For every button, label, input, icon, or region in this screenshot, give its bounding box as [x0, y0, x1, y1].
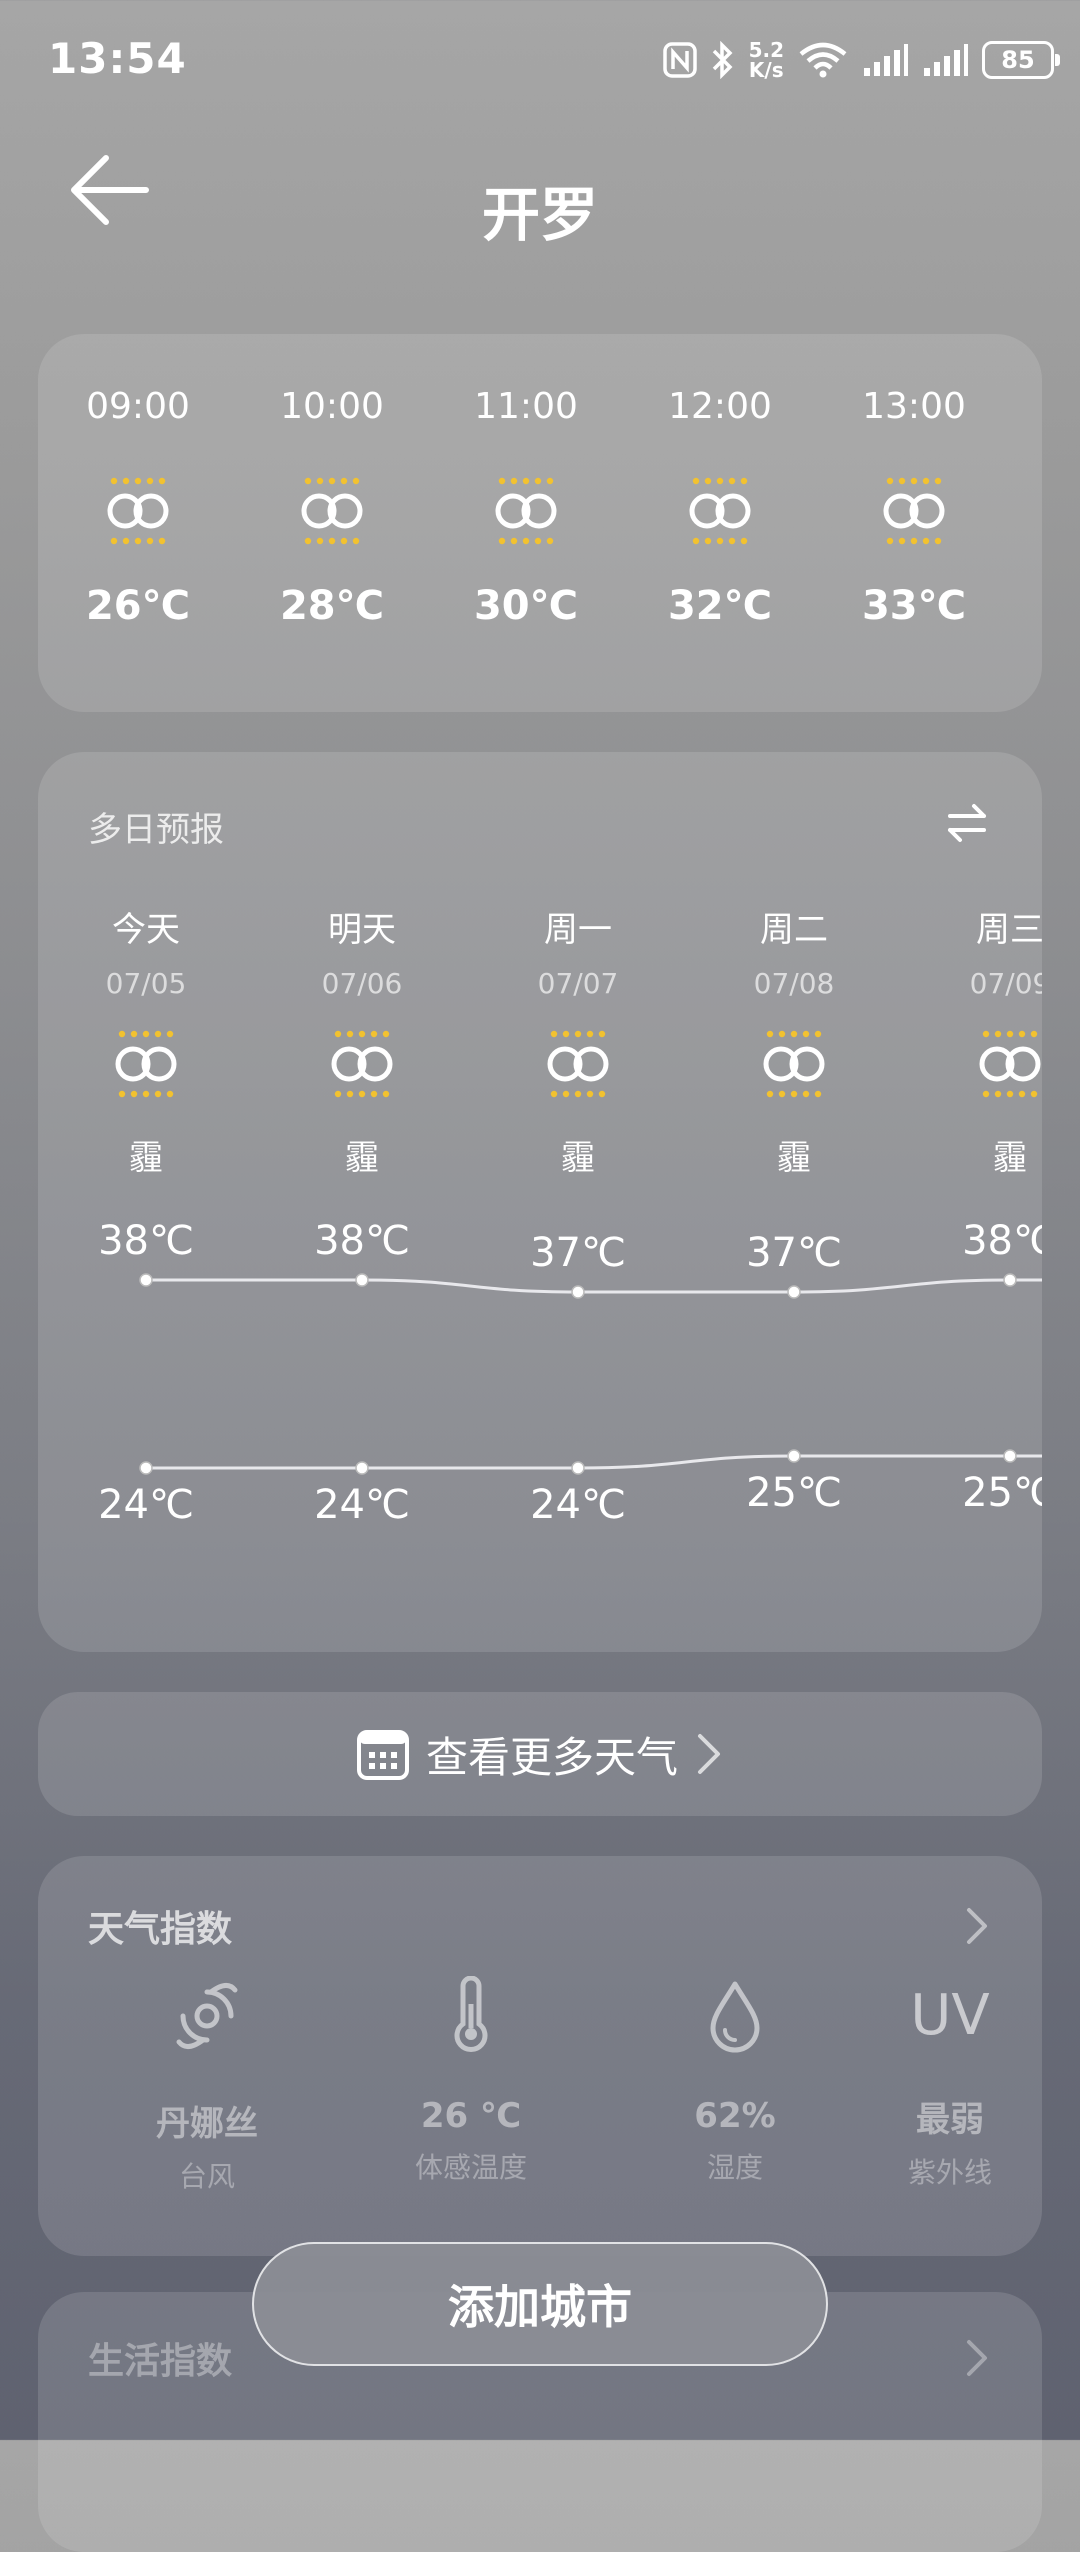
uv-icon: UV	[910, 1983, 990, 2048]
hour-temp: 30℃	[473, 583, 579, 629]
low-temp-label: 24℃	[314, 1482, 410, 1528]
humidity-drop-icon	[710, 1981, 760, 2053]
high-temp-point	[787, 1285, 801, 1299]
calendar-icon	[356, 1730, 409, 1780]
low-temp-label: 25℃	[746, 1470, 842, 1516]
low-temp-point	[355, 1461, 369, 1475]
hour-temp: 28℃	[279, 583, 385, 629]
wifi-icon	[799, 42, 847, 78]
temperature-chart: 38℃ 24℃ 38℃ 24℃ 37℃ 24℃ 37℃ 25℃ 38℃ 25℃	[98, 1218, 1042, 1528]
network-speed: 5.2 K/s	[748, 38, 784, 82]
haze-icon	[495, 477, 557, 545]
life-index-title: 生活指数	[88, 2341, 233, 2382]
page-title: 开罗	[481, 181, 598, 249]
index-item-uv[interactable]: UV 最弱 紫外线	[880, 1976, 1020, 2191]
low-temp-point	[571, 1461, 585, 1475]
hour-temp: 33℃	[861, 583, 967, 629]
index-item-typhoon[interactable]: 丹娜丝 台风	[92, 1976, 322, 2195]
high-temp-label: 38℃	[98, 1218, 194, 1264]
typhoon-icon	[176, 1983, 238, 2049]
hourly-item[interactable]: 09:00 26℃	[58, 386, 218, 629]
nfc-icon	[662, 42, 697, 78]
chevron-right-icon[interactable]	[964, 1906, 990, 1946]
index-item-humidity[interactable]: 62% 湿度	[620, 1976, 850, 2186]
hour-time: 11:00	[474, 386, 578, 427]
low-temp-label: 25℃	[962, 1470, 1042, 1516]
hourly-item[interactable]: 10:00 28℃	[252, 386, 412, 629]
high-temp-point	[1003, 1273, 1017, 1287]
hour-time: 12:00	[668, 386, 772, 427]
hourly-forecast-card[interactable]: 09:00 26℃ 10:00 28℃ 11:00 30℃ 12:00 32℃ 13:00 33℃	[38, 334, 1042, 712]
haze-icon	[883, 477, 945, 545]
hour-time: 10:00	[280, 386, 384, 427]
more-weather-label: 查看更多天气	[425, 1732, 678, 1782]
index-item-feels-like[interactable]: 26 ℃ 体感温度	[356, 1975, 586, 2186]
status-icons: 5.2 K/s 85	[662, 30, 1060, 90]
haze-icon	[301, 477, 363, 545]
status-time: 13:54	[48, 34, 187, 83]
high-temp-point	[571, 1285, 585, 1299]
low-temp-point	[787, 1449, 801, 1463]
high-temp-line	[146, 1278, 1042, 1294]
hour-temp: 32℃	[667, 583, 773, 629]
hour-temp: 26℃	[85, 583, 191, 629]
battery-indicator: 85	[982, 41, 1060, 79]
more-weather-button[interactable]: 查看更多天气	[38, 1692, 1042, 1816]
hourly-item[interactable]: 13:00 33℃	[834, 386, 994, 629]
hour-time: 09:00	[86, 386, 190, 427]
high-temp-point	[355, 1273, 369, 1287]
low-temp-label: 24℃	[98, 1482, 194, 1528]
chevron-right-icon	[698, 1734, 720, 1774]
hour-time: 13:00	[862, 386, 966, 427]
signal-icon-2	[924, 44, 968, 76]
low-temp-label: 24℃	[530, 1482, 626, 1528]
hourly-item[interactable]: 11:00 30℃	[446, 386, 606, 629]
weather-index-card[interactable]: 天气指数 丹娜丝 台风 26 ℃ 体感温度 62% 湿度 UV 最弱 紫外线	[38, 1856, 1042, 2256]
high-temp-label: 38℃	[314, 1218, 410, 1264]
add-city-button[interactable]: 添加城市	[252, 2242, 828, 2366]
thermometer-icon	[454, 1975, 488, 2052]
hourly-item[interactable]: 12:00 32℃	[640, 386, 800, 629]
signal-icon	[864, 44, 908, 76]
chevron-right-icon[interactable]	[964, 2338, 990, 2378]
high-temp-label: 38℃	[962, 1218, 1042, 1264]
high-temp-label: 37℃	[530, 1230, 626, 1276]
low-temp-point	[1003, 1449, 1017, 1463]
high-temp-label: 37℃	[746, 1230, 842, 1276]
weather-index-title: 天气指数	[88, 1909, 233, 1950]
high-temp-point	[139, 1273, 153, 1287]
daily-forecast-card[interactable]: 多日预报 今天 07/05 霾明天 07/06 霾周一 07/07 霾周二 07/08 霾周三 0…	[38, 752, 1042, 1652]
haze-icon	[689, 477, 751, 545]
low-temp-point	[139, 1461, 153, 1475]
bluetooth-icon	[712, 41, 733, 79]
low-temp-line	[146, 1454, 1042, 1470]
haze-icon	[107, 477, 169, 545]
